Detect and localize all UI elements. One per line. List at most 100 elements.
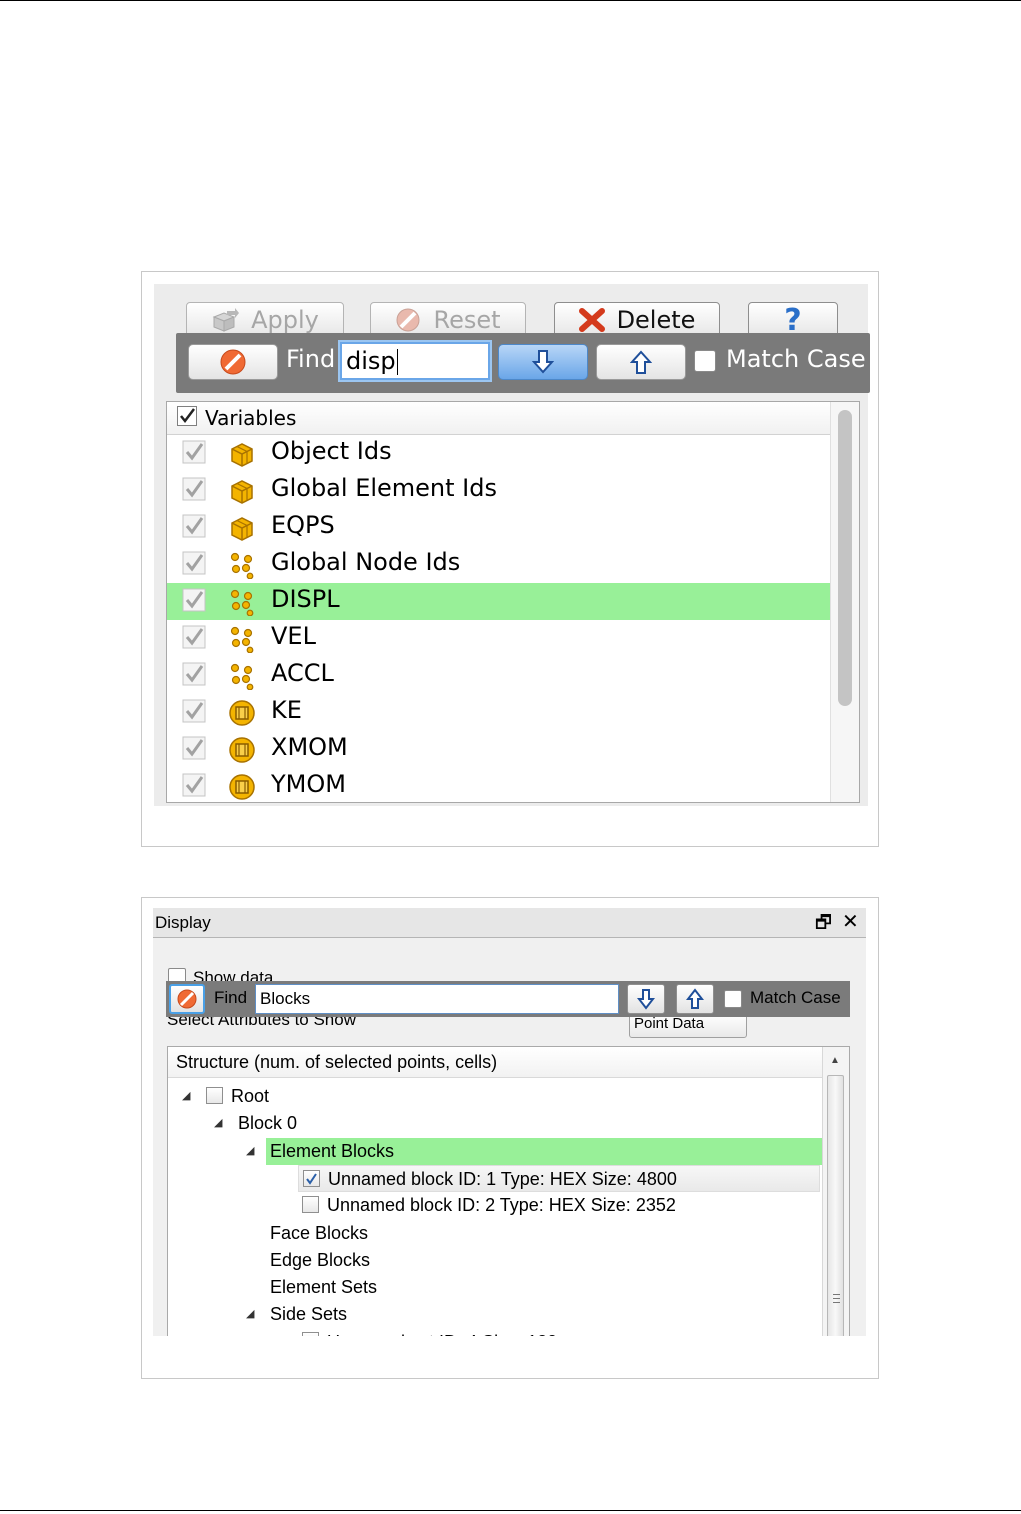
tree-checkbox[interactable] [302, 1332, 319, 1336]
variable-checkbox[interactable] [181, 772, 207, 798]
tree-checkbox[interactable] [206, 1086, 223, 1104]
expand-arrow-icon[interactable]: ◢ [246, 1138, 254, 1165]
variable-checkbox[interactable] [181, 550, 207, 576]
tree-row[interactable]: Block 0 [234, 1110, 297, 1137]
variables-rows: Object Ids Global Element Ids EQPS Global N… [167, 435, 859, 802]
tree-row-label: Unnamed block ID: 1 Type: HEX Size: 4800 [328, 1168, 677, 1189]
variable-checkbox[interactable] [181, 624, 207, 650]
find-input-value: Blocks [260, 989, 311, 1008]
expand-arrow-icon[interactable]: ◢ [246, 1301, 254, 1328]
variable-checkbox[interactable] [181, 587, 207, 613]
variable-label: XMOM [271, 733, 348, 761]
scroll-up-icon[interactable]: ▲ [830, 1055, 840, 1066]
tree-row-label: Unnamed set ID: 4 Size: 120 [327, 1332, 557, 1336]
point-data-icon [227, 588, 257, 616]
arrow-down-icon [532, 350, 554, 374]
close-find-button[interactable] [188, 344, 278, 380]
figure-find-blocks: Display 🗗 ✕ Show data Select Attributes … [141, 897, 879, 1379]
reset-icon [395, 307, 421, 333]
cancel-icon [220, 349, 246, 375]
attribute-combo[interactable]: Point Data [629, 1014, 747, 1038]
tree-scrollbar[interactable]: ▲ [822, 1047, 849, 1336]
float-panel-icon[interactable]: 🗗 [815, 912, 832, 932]
find-label: Find [214, 988, 248, 1007]
variable-row[interactable]: Global Node Ids [167, 546, 831, 583]
cancel-icon [177, 989, 197, 1009]
variable-row[interactable]: YMOM [167, 768, 831, 802]
variable-row[interactable]: XMOM [167, 731, 831, 768]
tree-row[interactable]: Edge Blocks [266, 1247, 370, 1274]
expand-arrow-icon[interactable]: ◢ [182, 1083, 190, 1110]
tree-row-label: Side Sets [270, 1304, 348, 1325]
match-case-label: Match Case [726, 345, 866, 373]
find-input[interactable]: Blocks [255, 984, 619, 1014]
variables-header-checkbox[interactable] [177, 404, 197, 432]
apply-icon [211, 307, 240, 333]
display-title-label: Display [155, 913, 211, 932]
tree-checkbox[interactable] [302, 1195, 319, 1213]
tree-row[interactable]: Element Sets [266, 1274, 377, 1301]
variable-checkbox[interactable] [181, 476, 207, 502]
close-panel-icon[interactable]: ✕ [842, 912, 859, 932]
expand-arrow-icon[interactable]: ◢ [214, 1110, 222, 1137]
variable-row[interactable]: ACCL [167, 657, 831, 694]
variable-row[interactable]: DISPL [167, 583, 831, 620]
variable-checkbox[interactable] [181, 439, 207, 465]
variable-label: Object Ids [271, 437, 392, 465]
variable-row[interactable]: Object Ids [167, 435, 831, 472]
variable-label: VEL [271, 622, 316, 650]
match-case-checkbox[interactable] [724, 990, 742, 1008]
find-input[interactable]: disp [340, 342, 490, 380]
close-find-button[interactable] [169, 984, 205, 1014]
match-case-checkbox[interactable] [694, 350, 716, 372]
tree-row[interactable]: Root [202, 1083, 269, 1110]
tree-scrollbar-thumb[interactable] [827, 1075, 844, 1336]
variable-row[interactable]: EQPS [167, 509, 831, 546]
tree-row[interactable]: Unnamed block ID: 2 Type: HEX Size: 2352 [298, 1192, 676, 1219]
field-data-icon [227, 736, 257, 764]
find-bar: Find Blocks Match Case [166, 981, 850, 1017]
variable-checkbox[interactable] [181, 698, 207, 724]
variable-checkbox[interactable] [181, 735, 207, 761]
variable-row[interactable]: VEL [167, 620, 831, 657]
find-bar: Find disp Match Case [176, 333, 870, 393]
find-previous-button[interactable] [676, 984, 714, 1014]
tree-row[interactable]: Unnamed block ID: 1 Type: HEX Size: 4800 [298, 1164, 820, 1192]
variable-checkbox[interactable] [181, 661, 207, 687]
cell-data-icon [227, 477, 257, 505]
delete-icon [578, 308, 605, 332]
variable-checkbox[interactable] [181, 513, 207, 539]
tree-row[interactable]: Element Blocks [266, 1137, 824, 1165]
tree-row-label: Unnamed block ID: 2 Type: HEX Size: 2352 [327, 1195, 676, 1216]
variables-header-label: Variables [205, 406, 297, 430]
find-next-button[interactable] [627, 984, 665, 1014]
apply-label: Apply [251, 306, 319, 334]
find-previous-button[interactable] [596, 344, 686, 380]
variable-row[interactable]: KE [167, 694, 831, 731]
tree-row[interactable]: Unnamed set ID: 4 Size: 120 [298, 1329, 557, 1336]
structure-tree-header[interactable]: Structure (num. of selected points, cell… [168, 1047, 849, 1078]
find-label: Find [286, 345, 336, 373]
reset-label: Reset [433, 306, 501, 334]
match-case-label: Match Case [750, 988, 841, 1007]
tree-row-label: Edge Blocks [270, 1249, 371, 1270]
display-panel-title: Display 🗗 ✕ [153, 908, 866, 938]
arrow-down-icon [637, 989, 655, 1010]
tree-row-label: Block 0 [238, 1113, 298, 1134]
find-next-button[interactable] [498, 344, 588, 380]
point-data-icon [227, 551, 257, 579]
tree-row-label: Face Blocks [270, 1222, 369, 1243]
variables-header[interactable]: Variables [167, 402, 859, 435]
variable-row[interactable]: Global Element Ids [167, 472, 831, 509]
variables-list: Variables Object Ids Global Element Ids EQ… [166, 401, 860, 803]
variables-scrollbar-thumb[interactable] [838, 410, 852, 706]
tree-row[interactable]: Side Sets [266, 1301, 347, 1328]
tree-row[interactable]: Face Blocks [266, 1220, 368, 1247]
variables-scrollbar[interactable] [830, 402, 859, 802]
cell-data-icon [227, 514, 257, 542]
display-panel-screenshot: Display 🗗 ✕ Show data Select Attributes … [153, 908, 866, 1336]
tree-checkbox[interactable] [303, 1169, 320, 1187]
cell-data-icon [227, 440, 257, 468]
structure-header-label: Structure (num. of selected points, cell… [176, 1052, 498, 1072]
field-data-icon [227, 699, 257, 727]
